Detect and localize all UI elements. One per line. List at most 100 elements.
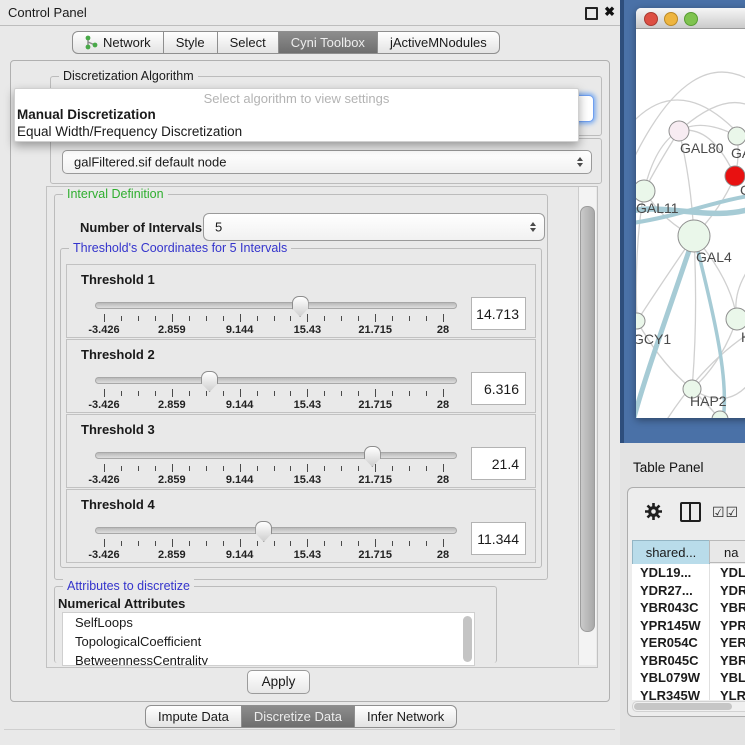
slider-major-tick bbox=[307, 539, 308, 547]
slider-thumb[interactable] bbox=[201, 371, 218, 392]
numerical-attributes-list[interactable]: SelfLoopsTopologicalCoefficientBetweenne… bbox=[62, 612, 475, 666]
zoom-traffic-light-icon[interactable] bbox=[684, 12, 698, 26]
vertical-scrollbar-thumb[interactable] bbox=[580, 206, 595, 632]
slider-tick-label: -3.426 bbox=[88, 324, 119, 336]
table-row[interactable]: YLR345WYLR3 bbox=[632, 687, 745, 701]
split-panel-icon[interactable] bbox=[680, 502, 701, 522]
slider-major-tick bbox=[172, 314, 173, 322]
apply-button[interactable]: Apply bbox=[247, 670, 310, 694]
minimize-traffic-light-icon[interactable] bbox=[664, 12, 678, 26]
cell-name: YBR0 bbox=[720, 652, 745, 670]
slider-minor-tick bbox=[223, 391, 224, 396]
threshold-2-slider[interactable]: -3.4262.8599.14415.4321.71528 bbox=[91, 368, 461, 412]
slider-thumb[interactable] bbox=[255, 521, 272, 542]
label-gal80: GAL80 bbox=[680, 140, 724, 156]
number-of-intervals-label: Number of Intervals bbox=[80, 220, 202, 235]
horizontal-scrollbar-thumb[interactable] bbox=[634, 703, 732, 710]
threshold-3-value: 21.4 bbox=[492, 456, 519, 472]
slider-minor-tick bbox=[426, 316, 427, 321]
label-hap2: HAP2 bbox=[690, 393, 727, 409]
node-gal11[interactable] bbox=[636, 180, 655, 202]
slider-tick-label: 21.715 bbox=[358, 399, 392, 411]
table-row[interactable]: YPR145WYPR1 bbox=[632, 617, 745, 635]
slider-track[interactable] bbox=[95, 377, 457, 384]
tab-select[interactable]: Select bbox=[218, 31, 279, 54]
select-columns-icons[interactable]: ☑☑ bbox=[712, 504, 739, 521]
dropdown-option-equal-width[interactable]: Equal Width/Frequency Discretization bbox=[15, 123, 578, 140]
close-traffic-light-icon[interactable] bbox=[644, 12, 658, 26]
label-h: H bbox=[741, 329, 745, 345]
threshold-4-value-field[interactable]: 11.344 bbox=[471, 522, 526, 555]
network-window: GAL80 GA C GAL11 GAL4 GCY1 H HAP2 bbox=[636, 8, 745, 418]
threshold-3-value-field[interactable]: 21.4 bbox=[471, 447, 526, 480]
node-gal80[interactable] bbox=[669, 121, 689, 141]
dropdown-prompt[interactable]: Select algorithm to view settings bbox=[15, 89, 578, 106]
node-gal4[interactable] bbox=[678, 220, 710, 252]
network-canvas[interactable]: GAL80 GA C GAL11 GAL4 GCY1 H HAP2 bbox=[636, 29, 745, 418]
slider-minor-tick bbox=[155, 466, 156, 471]
tab-select-label: Select bbox=[230, 31, 266, 54]
column-header-shared-name[interactable]: shared... bbox=[632, 540, 710, 565]
table-row[interactable]: YBR043CYBR0 bbox=[632, 599, 745, 617]
tab-impute-data[interactable]: Impute Data bbox=[145, 705, 242, 728]
interval-definition-title: Interval Definition bbox=[63, 187, 168, 201]
tab-jactivemnodules[interactable]: jActiveMNodules bbox=[378, 31, 500, 54]
threshold-1-slider[interactable]: -3.4262.8599.14415.4321.71528 bbox=[91, 293, 461, 337]
node-h[interactable] bbox=[726, 308, 745, 330]
horizontal-scrollbar-track[interactable] bbox=[632, 701, 745, 712]
slider-major-tick bbox=[240, 539, 241, 547]
slider-minor-tick bbox=[121, 466, 122, 471]
network-window-titlebar[interactable] bbox=[636, 8, 745, 29]
table-row[interactable]: YDR27...YDR2 bbox=[632, 582, 745, 600]
slider-major-tick bbox=[104, 539, 105, 547]
slider-thumb[interactable] bbox=[292, 296, 309, 317]
table-data-value: galFiltered.sif default node bbox=[74, 155, 226, 170]
threshold-3-slider[interactable]: -3.4262.8599.14415.4321.71528 bbox=[91, 443, 461, 487]
attribute-item[interactable]: SelfLoops bbox=[63, 613, 474, 632]
attribute-item[interactable]: BetweennessCentrality bbox=[63, 651, 474, 666]
number-of-intervals-combobox[interactable]: 5 bbox=[203, 213, 545, 241]
tab-cyni-toolbox[interactable]: Cyni Toolbox bbox=[279, 31, 378, 54]
threshold-2-value-field[interactable]: 6.316 bbox=[471, 372, 526, 405]
slider-track[interactable] bbox=[95, 452, 457, 459]
column-header-name[interactable]: na bbox=[709, 540, 745, 563]
number-of-intervals-value: 5 bbox=[215, 220, 222, 235]
list-scrollbar-thumb[interactable] bbox=[463, 616, 472, 662]
table-data-combobox[interactable]: galFiltered.sif default node bbox=[62, 150, 592, 174]
table-row[interactable]: YBL079WYBL0 bbox=[632, 669, 745, 687]
table-row[interactable]: YER054CYER0 bbox=[632, 634, 745, 652]
table-row[interactable]: YBR045CYBR0 bbox=[632, 652, 745, 670]
threshold-1-value-field[interactable]: 14.713 bbox=[471, 297, 526, 330]
slider-major-tick bbox=[240, 314, 241, 322]
slider-minor-tick bbox=[206, 541, 207, 546]
cell-name: YBL0 bbox=[720, 669, 745, 687]
tab-infer-network[interactable]: Infer Network bbox=[355, 705, 457, 728]
slider-minor-tick bbox=[409, 466, 410, 471]
slider-tick-label: -3.426 bbox=[88, 549, 119, 561]
slider-minor-tick bbox=[392, 316, 393, 321]
slider-minor-tick bbox=[206, 391, 207, 396]
tab-style[interactable]: Style bbox=[164, 31, 218, 54]
tab-discretize-data[interactable]: Discretize Data bbox=[242, 705, 355, 728]
slider-tick-label: 2.859 bbox=[158, 549, 186, 561]
slider-minor-tick bbox=[324, 541, 325, 546]
slider-thumb[interactable] bbox=[364, 446, 381, 467]
tab-network[interactable]: Network bbox=[72, 31, 164, 54]
slider-tick-label: 21.715 bbox=[358, 474, 392, 486]
thresholds-group-title: Threshold's Coordinates for 5 Intervals bbox=[69, 241, 291, 255]
slider-track[interactable] bbox=[95, 527, 457, 534]
node-ga[interactable] bbox=[728, 127, 745, 145]
table-row[interactable]: YDL19...YDL1 bbox=[632, 564, 745, 582]
slider-minor-tick bbox=[274, 541, 275, 546]
float-window-icon[interactable] bbox=[585, 7, 598, 20]
attribute-item[interactable]: TopologicalCoefficient bbox=[63, 632, 474, 651]
dropdown-option-manual[interactable]: Manual Discretization bbox=[15, 106, 578, 123]
tab-jactivemnodules-label: jActiveMNodules bbox=[390, 31, 487, 54]
close-icon[interactable]: ✖ bbox=[604, 4, 615, 20]
slider-minor-tick bbox=[409, 316, 410, 321]
node-gcy1[interactable] bbox=[636, 313, 645, 329]
threshold-4-slider[interactable]: -3.4262.8599.14415.4321.71528 bbox=[91, 518, 461, 562]
gear-icon[interactable] bbox=[644, 502, 663, 526]
slider-track[interactable] bbox=[95, 302, 457, 309]
slider-minor-tick bbox=[223, 541, 224, 546]
